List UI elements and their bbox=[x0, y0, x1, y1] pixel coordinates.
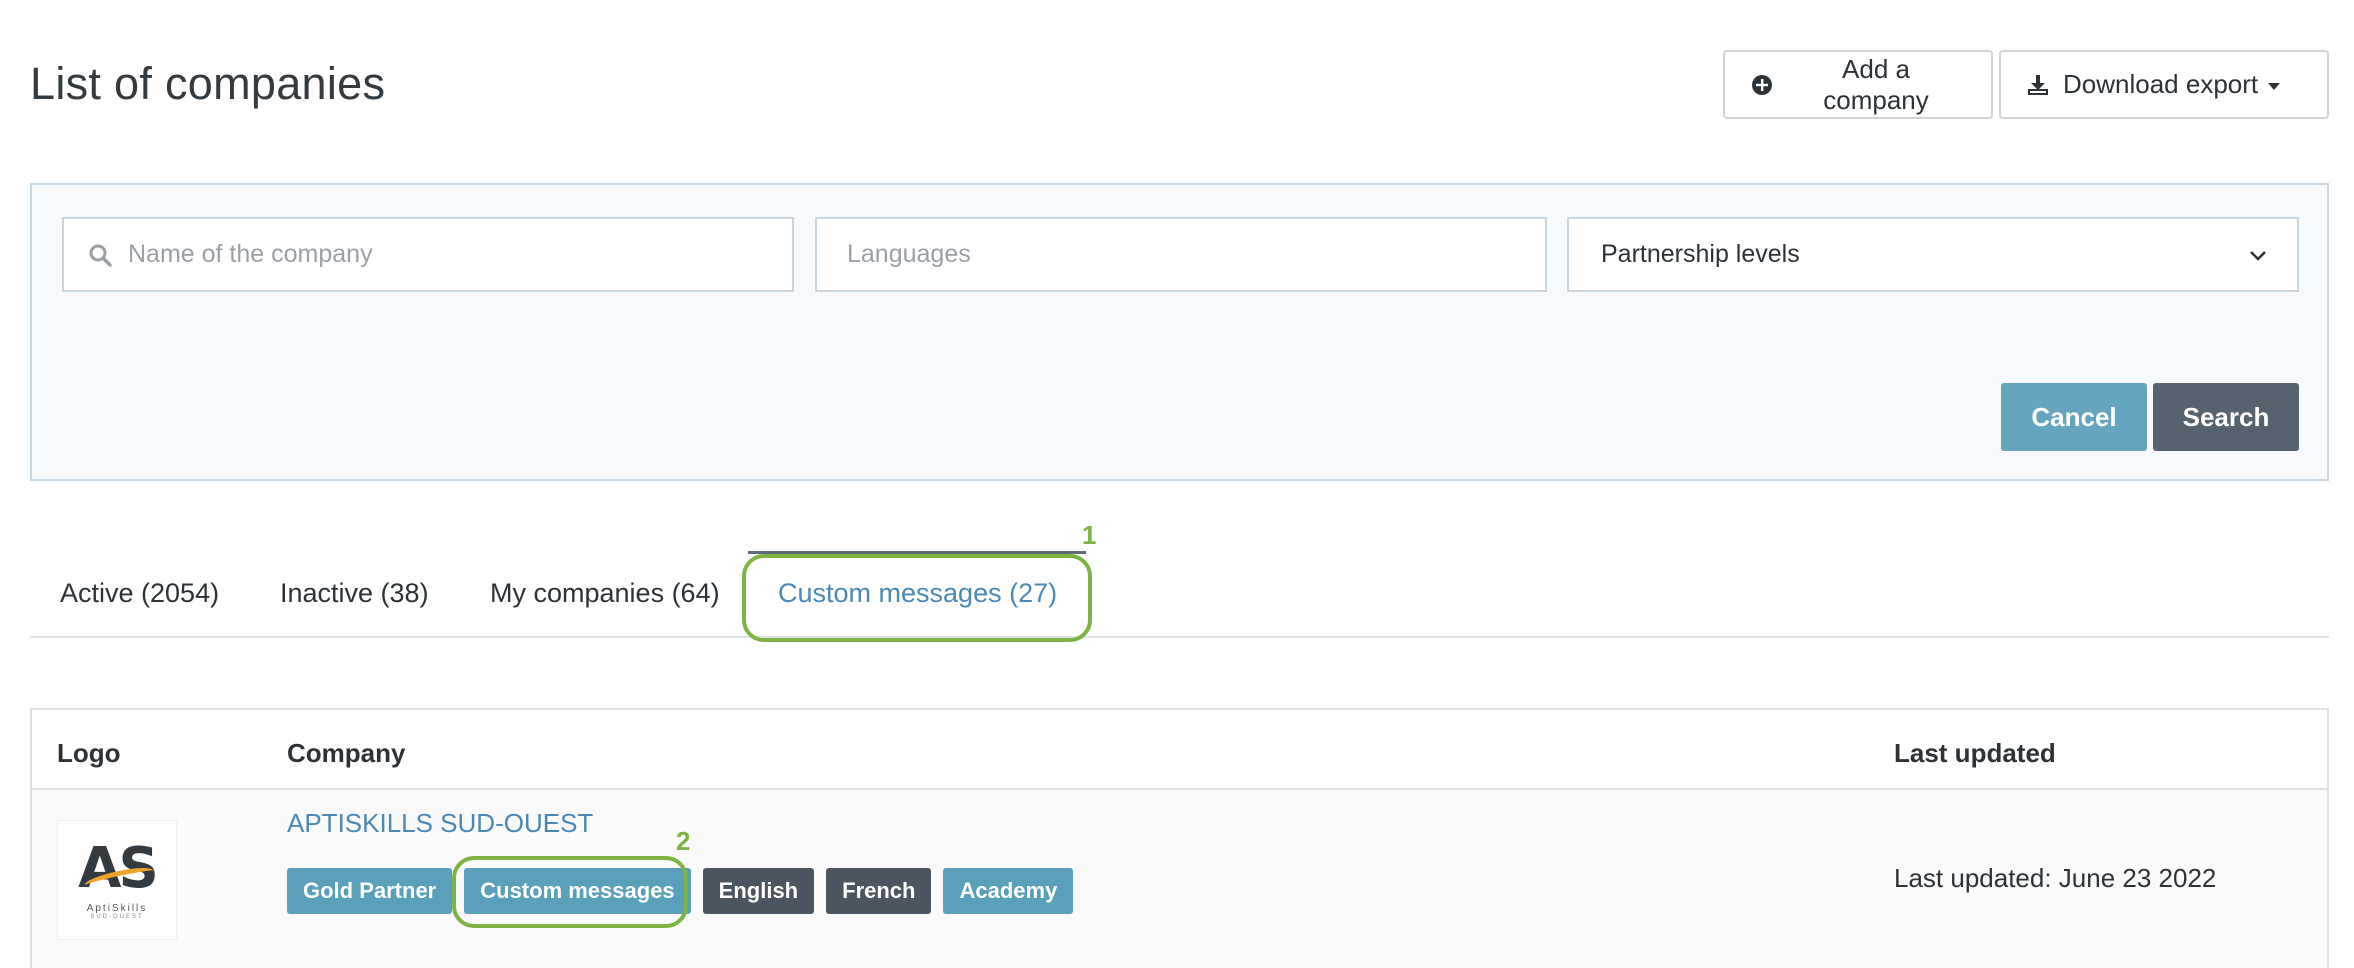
callout-number-2: 2 bbox=[676, 826, 691, 856]
search-button[interactable]: Search bbox=[2153, 383, 2299, 451]
badge-english: English bbox=[702, 868, 815, 914]
company-name-input[interactable]: Name of the company bbox=[62, 217, 794, 292]
plus-circle-icon bbox=[1751, 74, 1773, 96]
add-company-button[interactable]: Add a company bbox=[1723, 50, 1993, 119]
tab-my-companies[interactable]: My companies (64) bbox=[490, 578, 720, 609]
download-export-button[interactable]: Download export bbox=[1999, 50, 2329, 119]
download-icon bbox=[2027, 74, 2049, 96]
callout-number-1: 1 bbox=[1082, 520, 1097, 550]
download-export-label: Download export bbox=[2063, 69, 2259, 99]
callout-highlight-2 bbox=[452, 856, 688, 928]
partnership-levels-select[interactable]: Partnership levels bbox=[1567, 217, 2299, 292]
partnership-levels-value: Partnership levels bbox=[1601, 240, 1800, 268]
last-updated-value: Last updated: June 23 2022 bbox=[1894, 863, 2217, 893]
column-header-logo: Logo bbox=[57, 738, 121, 768]
companies-table: Logo Company Last updated AS AptiSkills … bbox=[30, 708, 2329, 968]
table-row: AS AptiSkills SUD-OUEST APTISKILLS SUD-O… bbox=[32, 790, 2327, 968]
badge-academy: Academy bbox=[943, 868, 1074, 914]
column-header-company: Company bbox=[287, 738, 406, 768]
table-header: Logo Company Last updated bbox=[32, 710, 2327, 790]
badge-french: French bbox=[826, 868, 932, 914]
company-tabs: Active (2054) Inactive (38) My companies… bbox=[30, 538, 2329, 638]
cancel-button[interactable]: Cancel bbox=[2001, 383, 2147, 451]
column-header-last-updated: Last updated bbox=[1894, 738, 2056, 768]
chevron-down-icon bbox=[2249, 240, 2267, 269]
page-title: List of companies bbox=[30, 58, 386, 109]
badge-gold-partner: Gold Partner bbox=[287, 868, 453, 914]
search-icon bbox=[88, 243, 112, 267]
caret-down-icon bbox=[2268, 82, 2281, 90]
company-logo: AS AptiSkills SUD-OUEST bbox=[57, 820, 177, 940]
add-company-label: Add a company bbox=[1823, 53, 1929, 115]
logo-region: SUD-OUEST bbox=[90, 913, 144, 920]
filter-panel: Name of the company Languages Partnershi… bbox=[30, 183, 2329, 481]
company-name-link[interactable]: APTISKILLS SUD-OUEST bbox=[287, 808, 593, 839]
tab-active[interactable]: Active (2054) bbox=[60, 578, 219, 609]
tab-inactive[interactable]: Inactive (38) bbox=[280, 578, 429, 609]
company-name-placeholder: Name of the company bbox=[128, 240, 373, 268]
callout-highlight-1 bbox=[742, 554, 1092, 642]
languages-input[interactable]: Languages bbox=[815, 217, 1547, 292]
languages-placeholder: Languages bbox=[847, 240, 971, 268]
logo-initials: AS bbox=[78, 835, 159, 901]
logo-name: AptiSkills bbox=[86, 902, 148, 914]
